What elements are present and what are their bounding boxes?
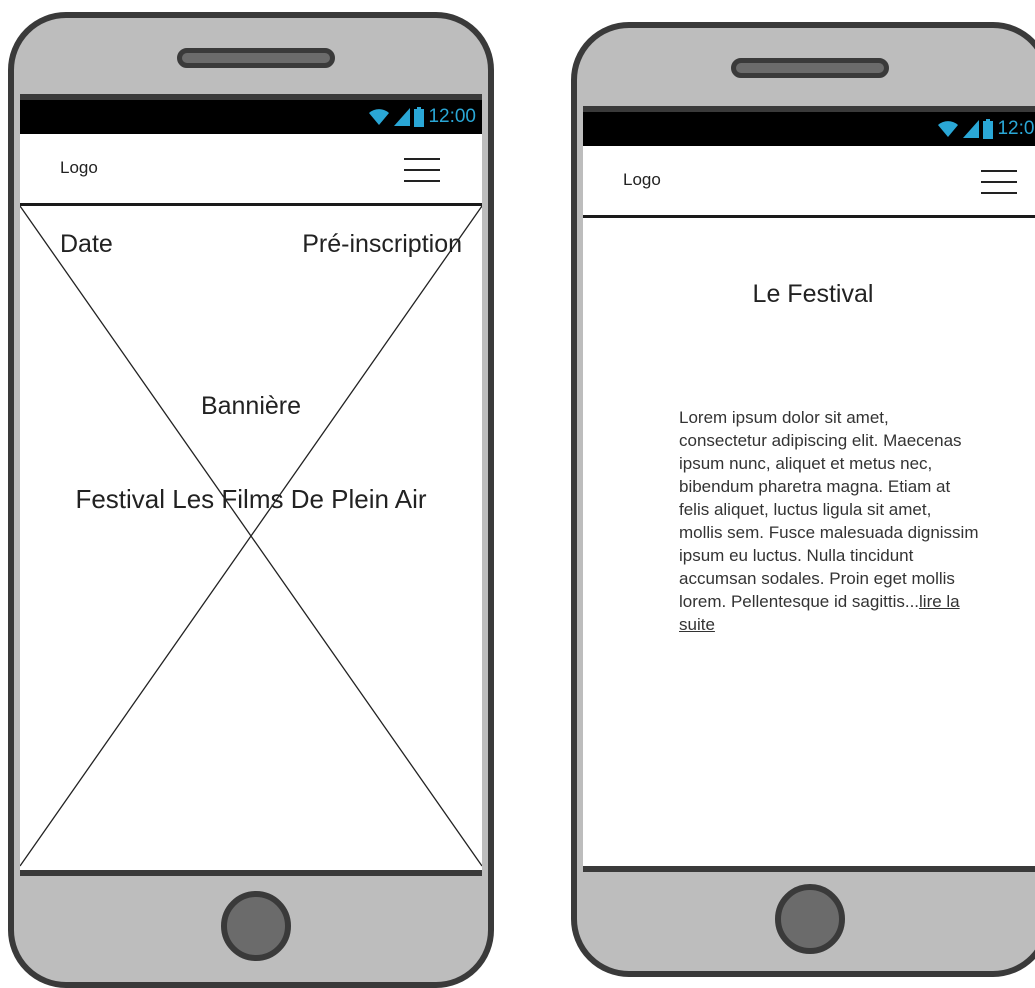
banner-placeholder: Date Pré-inscription Bannière Festival L… (20, 206, 482, 870)
logo[interactable]: Logo (60, 158, 98, 178)
wifi-icon (369, 109, 390, 125)
status-time: 12:00 (997, 118, 1035, 139)
signal-icon (394, 108, 411, 126)
section-title: Le Festival (752, 280, 874, 308)
signal-icon (963, 120, 980, 138)
status-bar: 12:00 (583, 112, 1035, 146)
phone-screen: 12:00 Logo Le Festival Lorem ipsum dolor… (583, 106, 1035, 872)
image-placeholder-cross (20, 206, 482, 867)
home-button (221, 891, 291, 961)
home-button (775, 884, 845, 954)
app-header: Logo (20, 134, 482, 206)
phone-mockup-home: 12:00 Logo Date Pré-inscription Bannière… (8, 12, 494, 988)
section-body-text: Lorem ipsum dolor sit amet, consectetur … (679, 408, 979, 611)
phone-mockup-festival: 12:00 Logo Le Festival Lorem ipsum dolor… (571, 22, 1035, 977)
status-time: 12:00 (428, 106, 476, 127)
banner-date: Date (60, 230, 113, 258)
speaker-grille (177, 48, 335, 68)
hamburger-menu-icon[interactable] (981, 170, 1017, 194)
battery-icon (983, 119, 994, 139)
speaker-grille (731, 58, 889, 78)
banner-label: Bannière (200, 392, 302, 420)
app-header: Logo (583, 146, 1035, 218)
status-bar: 12:00 (20, 100, 482, 134)
preinscription-link[interactable]: Pré-inscription (302, 230, 462, 259)
wifi-icon (938, 121, 959, 137)
phone-screen: 12:00 Logo Date Pré-inscription Bannière… (20, 94, 482, 876)
battery-icon (414, 107, 425, 127)
banner-title: Festival Les Films De Plein Air (75, 484, 427, 514)
section-body: Lorem ipsum dolor sit amet, consectetur … (679, 406, 979, 636)
logo[interactable]: Logo (623, 170, 661, 190)
hamburger-menu-icon[interactable] (404, 158, 440, 182)
